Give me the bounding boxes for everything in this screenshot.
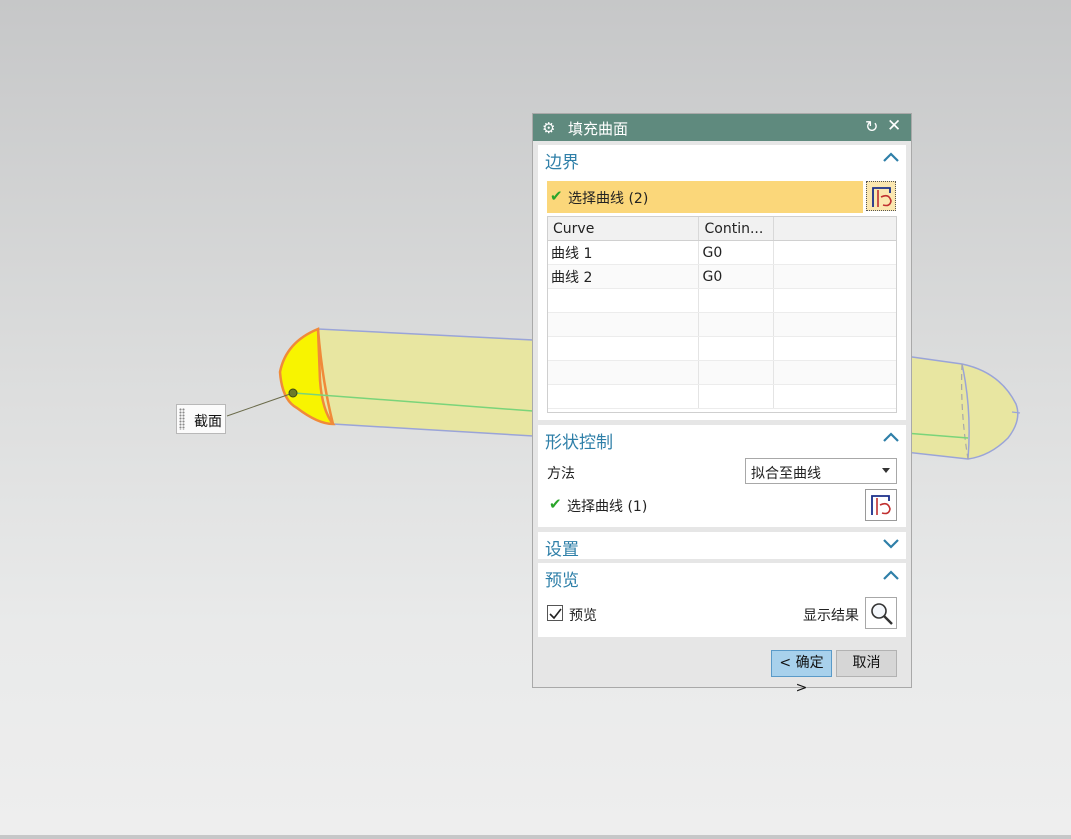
continuity-cell[interactable]: G0 [698, 264, 774, 289]
magnifier-icon [871, 603, 893, 625]
preview-checkbox-label[interactable]: 预览 [569, 605, 597, 625]
close-icon[interactable]: ✕ [887, 116, 901, 136]
curve-cell: 曲线 1 [547, 240, 699, 265]
boundary-header[interactable]: 边界 [545, 148, 579, 173]
tube-body-right[interactable] [904, 355, 1019, 460]
cancel-button[interactable]: 取消 [836, 650, 897, 677]
section-callout[interactable]: 截面 [176, 404, 226, 434]
method-dropdown[interactable]: 拟合至曲线 [745, 458, 897, 484]
drag-grip-icon[interactable] [179, 408, 185, 430]
column-header-continuity[interactable]: Contin... [698, 216, 774, 241]
check-icon: ✔ [549, 495, 562, 513]
empty-cell [773, 264, 897, 289]
callout-label: 截面 [194, 414, 222, 430]
select-curve-label-2[interactable]: 选择曲线 (1) [567, 496, 647, 516]
expand-chevron-down-icon[interactable] [882, 537, 900, 551]
preview-section: 预览 预览 显示结果 [538, 563, 906, 637]
empty-cell [773, 240, 897, 265]
section-point[interactable] [288, 388, 298, 398]
select-curve-row[interactable]: ✔ 选择曲线 (2) [547, 181, 863, 213]
preview-header[interactable]: 预览 [545, 566, 579, 591]
checkmark-icon [549, 608, 562, 620]
shape-control-header[interactable]: 形状控制 [545, 428, 613, 453]
dialog-titlebar[interactable]: ⚙ 填充曲面 ↻ ✕ [533, 114, 911, 141]
table-row-empty [547, 360, 897, 385]
select-curve-button[interactable] [866, 181, 896, 211]
table-row-empty [547, 288, 897, 313]
method-value: 拟合至曲线 [751, 466, 821, 482]
boundary-section: 边界 ✔ 选择曲线 (2) Curve Contin... 曲线 1 G0 曲线… [538, 145, 906, 420]
table-header-row: Curve Contin... [547, 216, 897, 241]
gear-icon: ⚙ [542, 119, 556, 137]
dropdown-arrow-icon [882, 468, 890, 473]
check-icon: ✔ [550, 187, 563, 205]
collapse-chevron-up-icon[interactable] [882, 568, 900, 582]
table-row[interactable]: 曲线 2 G0 [547, 264, 897, 289]
table-row[interactable]: 曲线 1 G0 [547, 240, 897, 265]
continuity-cell[interactable]: G0 [698, 240, 774, 265]
curve-select-icon [871, 495, 891, 515]
show-result-label: 显示结果 [803, 608, 859, 624]
callout-leader [226, 392, 294, 417]
curve-cell: 曲线 2 [547, 264, 699, 289]
fill-surface-dialog: ⚙ 填充曲面 ↻ ✕ 边界 ✔ 选择曲线 (2) Curve Contin...… [532, 113, 912, 696]
table-row-empty [547, 336, 897, 361]
column-header-curve[interactable]: Curve [547, 216, 699, 241]
table-row-empty [547, 312, 897, 337]
preview-checkbox[interactable] [547, 605, 563, 621]
collapse-chevron-up-icon[interactable] [882, 150, 900, 164]
select-curve-button-2[interactable] [865, 489, 897, 521]
dialog-title: 填充曲面 [568, 120, 629, 138]
ok-button[interactable]: < 确定 > [771, 650, 832, 696]
column-header-empty[interactable] [773, 216, 897, 241]
method-label: 方法 [547, 466, 575, 482]
tube-body-left[interactable] [317, 328, 534, 437]
reset-icon[interactable]: ↻ [865, 117, 878, 136]
settings-section[interactable]: 设置 [538, 532, 906, 560]
collapse-chevron-up-icon[interactable] [882, 430, 900, 444]
curve-list-table: Curve Contin... 曲线 1 G0 曲线 2 G0 [547, 216, 897, 409]
curve-select-icon [872, 187, 892, 207]
select-curve-label: 选择曲线 (2) [568, 191, 649, 207]
show-result-button[interactable] [865, 597, 897, 629]
shape-control-section: 形状控制 方法 拟合至曲线 ✔ 选择曲线 (1) [538, 425, 906, 527]
settings-header[interactable]: 设置 [545, 535, 579, 560]
table-row-empty [547, 384, 897, 409]
